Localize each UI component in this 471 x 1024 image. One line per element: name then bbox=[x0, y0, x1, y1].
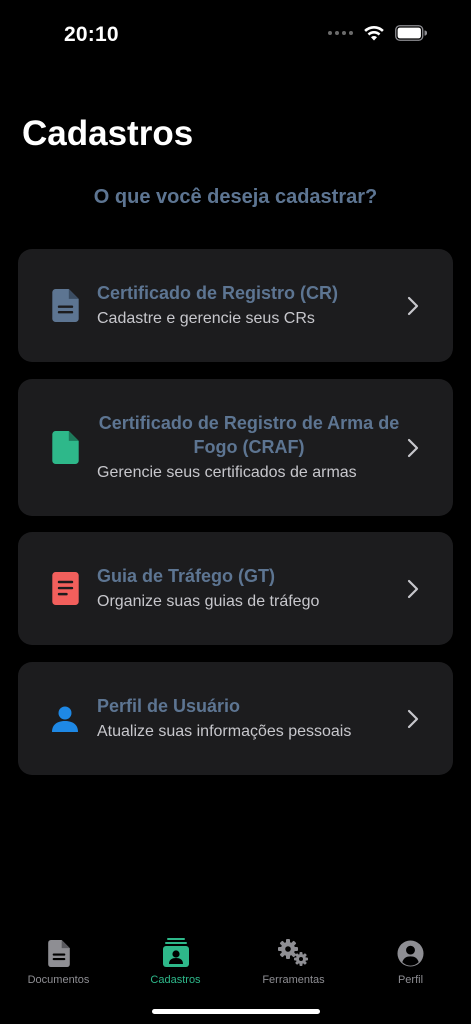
card-perfil[interactable]: Perfil de Usuário Atualize suas informaç… bbox=[18, 662, 453, 775]
page-title: Cadastros bbox=[22, 114, 194, 153]
status-bar: 20:10 bbox=[0, 0, 471, 70]
document-icon bbox=[0, 938, 117, 968]
battery-icon bbox=[395, 25, 427, 41]
status-time: 20:10 bbox=[64, 23, 119, 46]
page-subtitle: O que você deseja cadastrar? bbox=[93, 186, 378, 208]
user-icon bbox=[50, 701, 80, 737]
card-title: Certificado de Registro de Arma de Fogo … bbox=[98, 413, 400, 457]
file-icon bbox=[50, 430, 80, 466]
card-title: Guia de Tráfego (GT) bbox=[97, 566, 276, 586]
card-description: Gerencie seus certificados de armas bbox=[97, 464, 357, 481]
home-indicator[interactable] bbox=[152, 1009, 320, 1014]
tab-perfil[interactable]: Perfil bbox=[352, 938, 469, 986]
document-icon bbox=[50, 288, 80, 324]
card-gt[interactable]: Guia de Tráfego (GT) Organize suas guias… bbox=[18, 532, 453, 645]
chevron-right-icon bbox=[407, 438, 419, 457]
card-description: Atualize suas informações pessoais bbox=[97, 723, 352, 740]
card-title: Certificado de Registro (CR) bbox=[97, 283, 339, 303]
list-document-icon bbox=[50, 571, 80, 607]
contacts-stack-icon bbox=[117, 938, 234, 968]
wifi-icon bbox=[364, 25, 384, 41]
card-cr[interactable]: Certificado de Registro (CR) Cadastre e … bbox=[18, 249, 453, 362]
screen: 20:10 Cadastros O que você deseja cadast… bbox=[0, 0, 471, 1024]
card-text: Certificado de Registro (CR) Cadastre e … bbox=[97, 281, 401, 330]
card-text: Guia de Tráfego (GT) Organize suas guias… bbox=[97, 564, 401, 613]
user-circle-icon bbox=[352, 938, 469, 968]
tab-label: Cadastros bbox=[150, 974, 201, 986]
tab-documentos[interactable]: Documentos bbox=[0, 938, 117, 986]
tab-label: Documentos bbox=[27, 974, 90, 986]
chevron-right-icon bbox=[407, 709, 419, 728]
tab-label: Perfil bbox=[397, 974, 424, 986]
card-title: Perfil de Usuário bbox=[97, 696, 241, 716]
tab-ferramentas[interactable]: Ferramentas bbox=[235, 938, 352, 986]
card-text: Perfil de Usuário Atualize suas informaç… bbox=[97, 694, 401, 743]
card-description: Organize suas guias de tráfego bbox=[97, 593, 320, 610]
tab-cadastros[interactable]: Cadastros bbox=[117, 938, 234, 986]
signal-dots-icon bbox=[328, 31, 353, 35]
card-craf[interactable]: Certificado de Registro de Arma de Fogo … bbox=[18, 379, 453, 516]
gears-icon bbox=[235, 938, 352, 968]
tab-label: Ferramentas bbox=[262, 974, 325, 986]
chevron-right-icon bbox=[407, 296, 419, 315]
chevron-right-icon bbox=[407, 579, 419, 598]
card-text: Certificado de Registro de Arma de Fogo … bbox=[97, 411, 401, 484]
status-icons bbox=[328, 25, 427, 41]
card-description: Cadastre e gerencie seus CRs bbox=[97, 310, 315, 327]
